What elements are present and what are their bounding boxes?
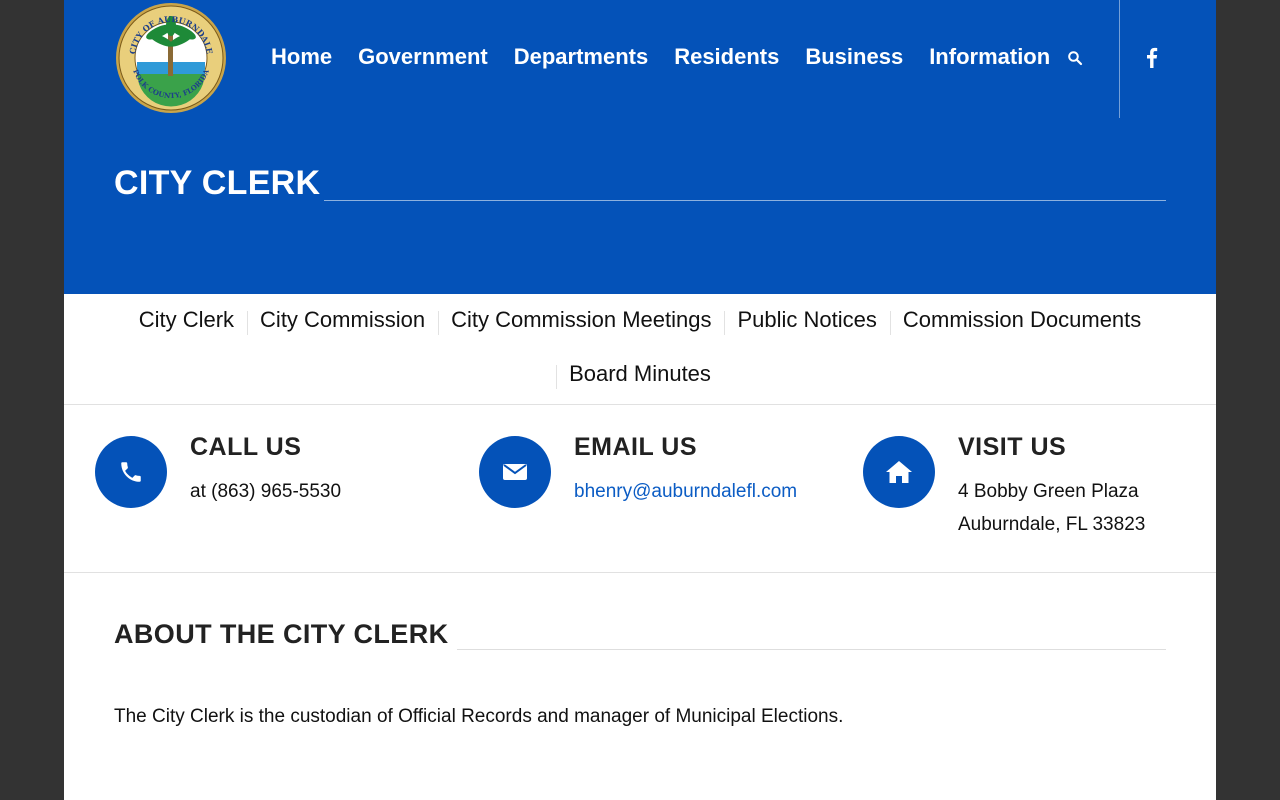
subnav-board-minutes[interactable]: Board Minutes — [556, 361, 724, 389]
header-divider — [1119, 0, 1120, 118]
facebook-icon[interactable] — [1143, 46, 1159, 68]
email-link[interactable]: bhenry@auburndalefl.com — [574, 481, 802, 503]
subnav-city-clerk[interactable]: City Clerk — [126, 307, 247, 333]
subnav-city-commission[interactable]: City Commission — [247, 307, 438, 335]
subnav-row-1: City Clerk City Commission City Commissi… — [64, 304, 1216, 336]
search-icon[interactable] — [1067, 50, 1083, 66]
subnav-commission-documents[interactable]: Commission Documents — [889, 307, 1154, 335]
home-icon-circle — [863, 436, 935, 508]
mail-icon-circle — [479, 436, 551, 508]
page: CITY OF AUBURNDALE POLK COUNTY, FLORIDA … — [64, 0, 1216, 800]
subnav-public-notices[interactable]: Public Notices — [724, 307, 889, 335]
phone-number: at (863) 965-5530 — [190, 481, 342, 502]
phone-icon — [121, 462, 141, 482]
contact-section: CALL US at (863) 965-5530 EMAIL US bhenr… — [64, 405, 1216, 573]
city-seal-logo[interactable]: CITY OF AUBURNDALE POLK COUNTY, FLORIDA — [115, 2, 227, 114]
nav-departments[interactable]: Departments — [514, 44, 648, 70]
nav-home[interactable]: Home — [271, 44, 332, 70]
mail-icon — [503, 464, 527, 480]
about-text: The City Clerk is the custodian of Offic… — [114, 706, 844, 727]
email-us-heading: EMAIL US — [574, 433, 697, 461]
nav-information[interactable]: Information — [929, 44, 1050, 70]
address-line-2: Auburndale, FL 33823 — [958, 514, 1146, 535]
subnav-row-2: Board Minutes — [64, 358, 1216, 390]
phone-icon-circle — [95, 436, 167, 508]
home-icon — [886, 461, 912, 483]
visit-us-heading: VISIT US — [958, 433, 1067, 461]
call-us-heading: CALL US — [190, 433, 302, 461]
page-title: CITY CLERK — [114, 164, 321, 202]
title-divider — [324, 200, 1166, 201]
about-divider — [457, 649, 1166, 650]
nav-government[interactable]: Government — [358, 44, 488, 70]
site-header: CITY OF AUBURNDALE POLK COUNTY, FLORIDA … — [64, 0, 1216, 294]
sub-navigation: City Clerk City Commission City Commissi… — [64, 294, 1216, 405]
nav-residents[interactable]: Residents — [674, 44, 779, 70]
address-line-1: 4 Bobby Green Plaza — [958, 481, 1139, 502]
main-nav: Home Government Departments Residents Bu… — [258, 44, 1063, 70]
subnav-city-commission-meetings[interactable]: City Commission Meetings — [438, 307, 724, 335]
nav-business[interactable]: Business — [805, 44, 903, 70]
about-heading: ABOUT THE CITY CLERK — [114, 619, 449, 649]
